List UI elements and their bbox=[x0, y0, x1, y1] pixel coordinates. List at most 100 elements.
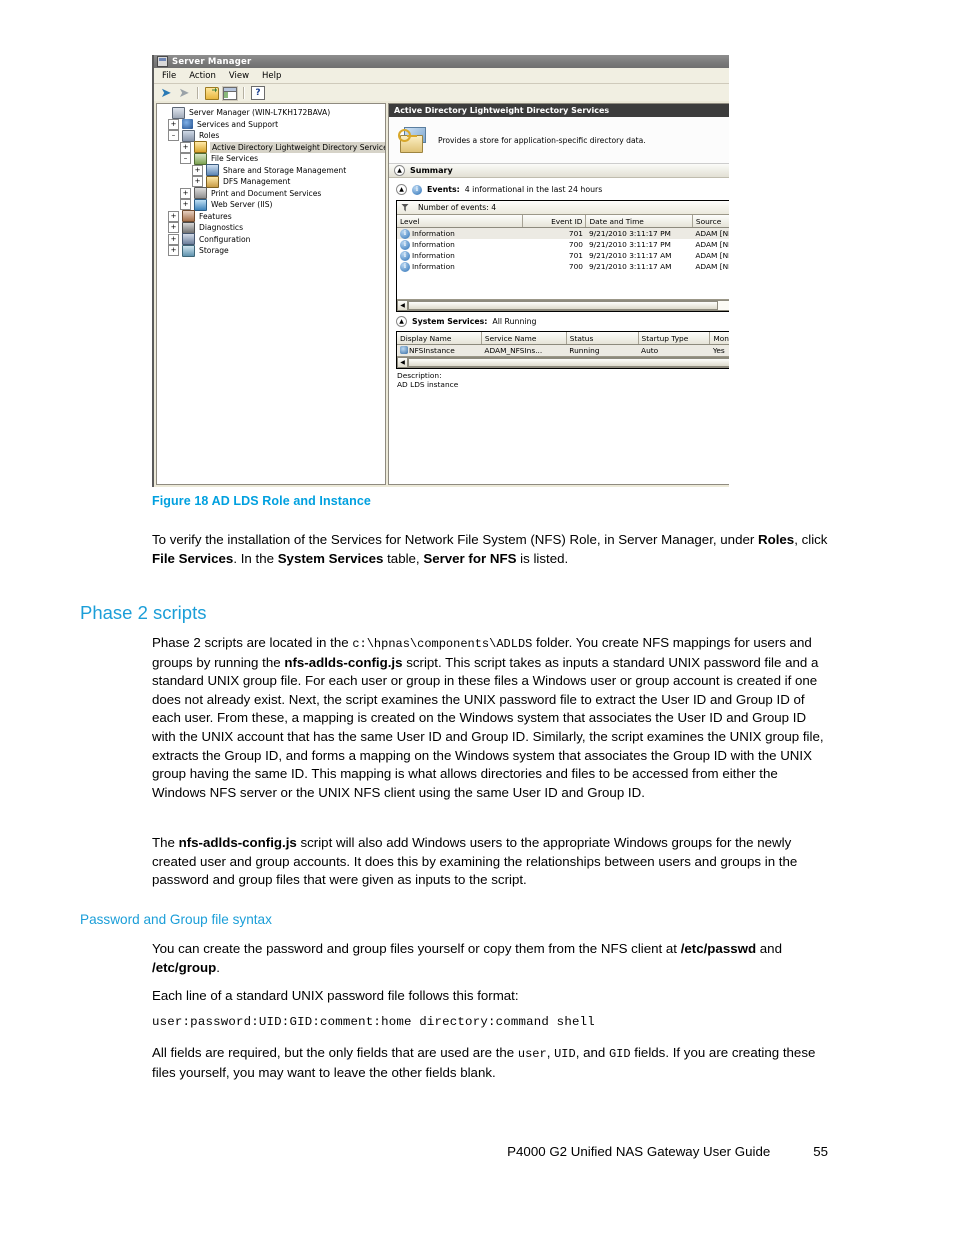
navigation-tree-pane[interactable]: Server Manager (WIN-L7KH172BAVA) + Servi… bbox=[156, 103, 386, 485]
tree-item-features[interactable]: + Features bbox=[160, 210, 385, 223]
table-row[interactable]: i Information 701 9/21/2010 3:11:17 AM AD… bbox=[397, 250, 729, 261]
chevron-up-icon[interactable]: ▲ bbox=[394, 165, 405, 176]
services-horizontal-scrollbar[interactable]: ◀ ▶ bbox=[397, 356, 729, 368]
summary-section-header[interactable]: ▲ Summary bbox=[389, 164, 729, 178]
bold-nfs-adlds-config-js: nfs-adlds-config.js bbox=[284, 654, 403, 670]
chevron-up-icon[interactable]: ▲ bbox=[396, 316, 407, 327]
events-table-header-row: Level Event ID Date and Time Source bbox=[397, 215, 729, 228]
back-arrow-icon[interactable]: ➤ bbox=[159, 86, 173, 100]
chevron-up-icon[interactable]: ▲ bbox=[396, 184, 407, 195]
paragraph-phase2-scripts-1: Phase 2 scripts are located in the c:\hp… bbox=[152, 634, 830, 802]
column-header-display-name[interactable]: Display Name bbox=[397, 332, 482, 345]
cell-level: i Information bbox=[397, 261, 523, 272]
system-services-status: All Running bbox=[492, 317, 537, 326]
cell-source: ADAM [NF bbox=[695, 262, 729, 271]
show-hide-tree-icon[interactable] bbox=[223, 86, 237, 100]
column-header-source[interactable]: Source bbox=[692, 215, 729, 228]
information-icon: i bbox=[400, 250, 410, 261]
adlds-large-icon bbox=[398, 127, 426, 153]
column-header-event-id[interactable]: Event ID bbox=[522, 215, 587, 228]
tree-item-label: Diagnostics bbox=[199, 223, 244, 232]
tree-item-configuration[interactable]: + Configuration bbox=[160, 233, 385, 246]
tree-item-label: Web Server (IIS) bbox=[211, 200, 273, 209]
column-header-service-name[interactable]: Service Name bbox=[481, 332, 567, 345]
system-services-header[interactable]: ▲ System Services: All Running bbox=[396, 316, 729, 327]
cell-level: i Information bbox=[397, 250, 523, 261]
tree-item-diagnostics[interactable]: + Diagnostics bbox=[160, 221, 385, 234]
footer-title: P4000 G2 Unified NAS Gateway User Guide bbox=[507, 1144, 771, 1159]
tree-expander-icon[interactable]: + bbox=[192, 164, 203, 176]
tree-item-services-and-support[interactable]: + Services and Support bbox=[160, 118, 385, 131]
table-row[interactable]: NFSInstance ADAM_NFSIns... Running Auto … bbox=[397, 344, 729, 356]
tree-expander-icon[interactable]: + bbox=[180, 199, 191, 211]
events-status: 4 informational in the last 24 hours bbox=[464, 185, 603, 194]
scrollbar-thumb[interactable] bbox=[408, 301, 719, 310]
tree-item-share-and-storage-management[interactable]: + Share and Storage Management bbox=[160, 164, 385, 177]
column-header-level[interactable]: Level bbox=[397, 215, 524, 228]
tree-item-active-directory-lightweight-directory-services[interactable]: + Active Directory Lightweight Directory… bbox=[160, 141, 385, 154]
tree-item-dfs-management[interactable]: + DFS Management bbox=[160, 175, 385, 188]
tree-item-label: Share and Storage Management bbox=[223, 165, 347, 175]
scrollbar-thumb[interactable] bbox=[408, 358, 729, 367]
share-storage-icon bbox=[206, 164, 219, 177]
scroll-left-arrow-icon[interactable]: ◀ bbox=[397, 300, 408, 311]
events-table[interactable]: Level Event ID Date and Time Source i Inf… bbox=[397, 215, 729, 272]
filter-funnel-icon[interactable] bbox=[401, 203, 409, 212]
text-fragment: and bbox=[756, 941, 782, 956]
up-folder-icon[interactable] bbox=[205, 86, 219, 100]
tree-expander-icon[interactable]: + bbox=[168, 222, 179, 234]
paragraph-fields-required: All fields are required, but the only fi… bbox=[152, 1044, 830, 1082]
column-header-status[interactable]: Status bbox=[566, 332, 639, 345]
tree-expander-icon[interactable]: + bbox=[168, 233, 179, 245]
events-header[interactable]: ▲ i Events: 4 informational in the last … bbox=[396, 184, 729, 195]
tree-expander-icon[interactable]: + bbox=[180, 141, 191, 153]
paragraph-phase2-scripts-2: The nfs-adlds-config.js script will also… bbox=[152, 834, 830, 890]
code-uid: UID bbox=[554, 1047, 576, 1061]
diagnostics-icon bbox=[182, 221, 195, 234]
system-services-grid[interactable]: Display Name Service Name Status Startup… bbox=[396, 331, 729, 369]
tree-item-storage[interactable]: + Storage bbox=[160, 244, 385, 257]
events-grid[interactable]: Number of events: 4 Level Event ID Date … bbox=[396, 200, 729, 312]
column-header-date-time[interactable]: Date and Time bbox=[585, 215, 693, 228]
forward-arrow-icon[interactable]: ➤ bbox=[177, 86, 191, 100]
events-horizontal-scrollbar[interactable]: ◀ ▶ bbox=[397, 299, 729, 311]
events-section: ▲ i Events: 4 informational in the last … bbox=[389, 178, 729, 312]
events-filter-bar[interactable]: Number of events: 4 bbox=[397, 201, 729, 215]
tree-expander-icon[interactable]: – bbox=[180, 153, 191, 165]
bold-server-for-nfs: Server for NFS bbox=[423, 550, 517, 566]
detail-pane-header: Active Directory Lightweight Directory S… bbox=[389, 104, 729, 117]
code-gid: GID bbox=[608, 1047, 631, 1061]
tree-item-label: Storage bbox=[199, 246, 229, 255]
tree-expander-icon[interactable]: + bbox=[168, 210, 179, 222]
table-row[interactable]: i Information 700 9/21/2010 3:11:17 PM AD… bbox=[397, 239, 729, 250]
menu-item-file[interactable]: File bbox=[162, 71, 176, 81]
scrollbar-track[interactable] bbox=[408, 357, 729, 368]
print-icon bbox=[194, 187, 207, 200]
column-header-monitor[interactable]: Monitor bbox=[709, 332, 729, 345]
menu-item-action[interactable]: Action bbox=[189, 71, 216, 81]
description-label: Description: bbox=[397, 371, 442, 380]
system-services-table[interactable]: Display Name Service Name Status Startup… bbox=[397, 332, 729, 356]
scrollbar-track[interactable] bbox=[408, 300, 729, 311]
tree-item-server-manager[interactable]: Server Manager (WIN-L7KH172BAVA) bbox=[160, 106, 385, 119]
tree-item-file-services[interactable]: – File Services bbox=[160, 152, 385, 165]
column-header-startup-type[interactable]: Startup Type bbox=[638, 332, 711, 345]
tree-expander-icon[interactable]: – bbox=[168, 130, 179, 142]
table-row[interactable]: i Information 701 9/21/2010 3:11:17 PM AD… bbox=[397, 227, 729, 239]
help-icon[interactable]: ? bbox=[251, 86, 265, 100]
tree-expander-icon[interactable]: + bbox=[180, 187, 191, 199]
tree-item-roles[interactable]: – Roles bbox=[160, 129, 385, 142]
tree-item-label: Configuration bbox=[199, 234, 251, 244]
tree-item-print-and-document-services[interactable]: + Print and Document Services bbox=[160, 187, 385, 200]
tree-expander bbox=[160, 108, 169, 117]
tree-expander-icon[interactable]: + bbox=[192, 176, 203, 188]
tree-expander-icon[interactable]: + bbox=[168, 245, 179, 257]
tree-item-web-server-iis[interactable]: + Web Server (IIS) bbox=[160, 198, 385, 211]
table-row[interactable]: i Information 700 9/21/2010 3:11:17 AM AD… bbox=[397, 261, 729, 272]
scroll-left-arrow-icon[interactable]: ◀ bbox=[397, 357, 408, 368]
tree-expander-icon[interactable]: + bbox=[168, 118, 179, 130]
service-description: Description: AD LDS instance bbox=[396, 369, 729, 389]
menu-item-help[interactable]: Help bbox=[262, 71, 281, 81]
menu-item-view[interactable]: View bbox=[229, 71, 249, 81]
window-title: Server Manager bbox=[172, 56, 252, 67]
